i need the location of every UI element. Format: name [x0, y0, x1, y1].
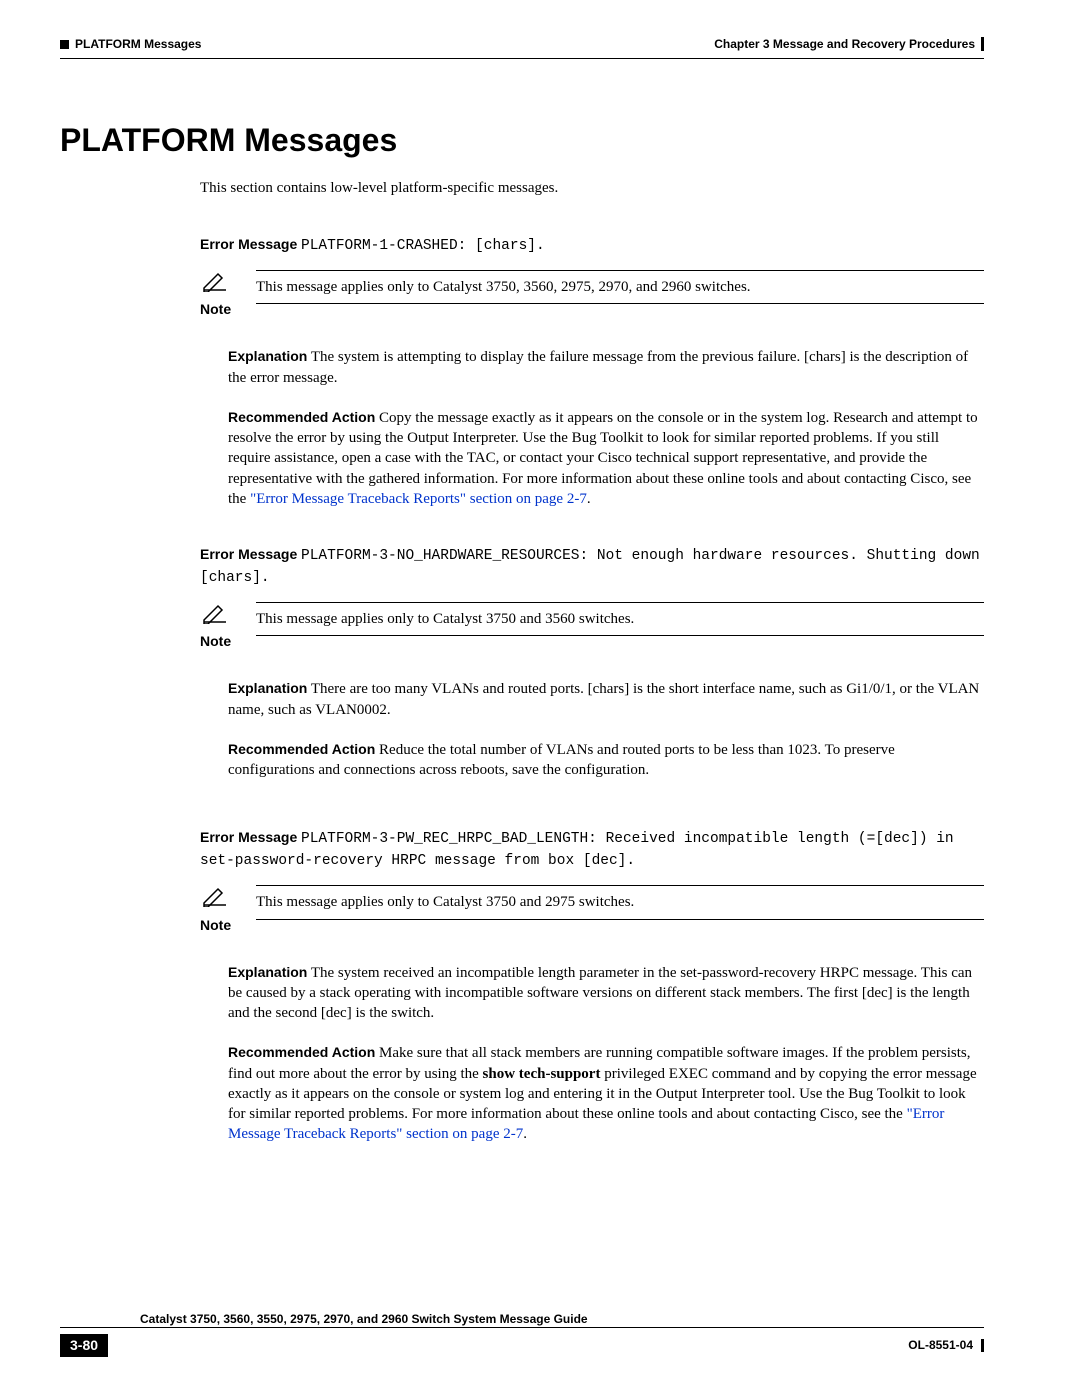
- header-rule: [60, 58, 984, 59]
- explanation-label: Explanation: [228, 964, 307, 980]
- error-message-code: PLATFORM-1-CRASHED: [chars].: [301, 238, 545, 254]
- header-chapter: Chapter 3 Message and Recovery Procedure…: [714, 36, 975, 52]
- footer-guide-title: Catalyst 3750, 3560, 3550, 2975, 2970, a…: [140, 1311, 984, 1327]
- footer-rule: [60, 1327, 984, 1328]
- explanation-paragraph: Explanation The system is attempting to …: [228, 347, 984, 388]
- square-bullet-icon: [60, 40, 69, 49]
- error-message-code: PLATFORM-3-PW_REC_HRPC_BAD_LENGTH: Recei…: [200, 831, 954, 869]
- action-text-post: .: [587, 491, 591, 507]
- note-text: This message applies only to Catalyst 37…: [256, 602, 984, 636]
- note-row: Note This message applies only to Cataly…: [200, 885, 984, 934]
- action-link[interactable]: "Error Message Traceback Reports" sectio…: [250, 491, 587, 507]
- note-pencil-icon: [202, 604, 228, 624]
- page-title: PLATFORM Messages: [60, 119, 984, 162]
- explanation-paragraph: Explanation The system received an incom…: [228, 963, 984, 1024]
- explanation-label: Explanation: [228, 680, 307, 696]
- action-text-post: .: [523, 1126, 527, 1142]
- note-text: This message applies only to Catalyst 37…: [256, 885, 984, 919]
- error-message-label: Error Message: [200, 829, 297, 845]
- error-message-block: Error Message PLATFORM-3-PW_REC_HRPC_BAD…: [200, 828, 984, 871]
- action-label: Recommended Action: [228, 1044, 375, 1060]
- action-paragraph: Recommended Action Reduce the total numb…: [228, 740, 984, 781]
- note-label: Note: [200, 632, 248, 651]
- note-label: Note: [200, 916, 248, 935]
- page-header: PLATFORM Messages Chapter 3 Message and …: [60, 36, 984, 52]
- doc-id: OL-8551-04: [908, 1337, 973, 1353]
- error-message-label: Error Message: [200, 236, 297, 252]
- action-paragraph: Recommended Action Copy the message exac…: [228, 408, 984, 509]
- explanation-text: There are too many VLANs and routed port…: [228, 681, 979, 717]
- vertical-bar-icon: [981, 37, 984, 51]
- explanation-text: The system is attempting to display the …: [228, 349, 968, 385]
- action-paragraph: Recommended Action Make sure that all st…: [228, 1043, 984, 1144]
- vertical-bar-icon: [981, 1339, 984, 1352]
- note-row: Note This message applies only to Cataly…: [200, 270, 984, 319]
- note-label: Note: [200, 300, 248, 319]
- explanation-text: The system received an incompatible leng…: [228, 965, 972, 1022]
- explanation-paragraph: Explanation There are too many VLANs and…: [228, 679, 984, 720]
- error-message-block: Error Message PLATFORM-3-NO_HARDWARE_RES…: [200, 545, 984, 588]
- action-label: Recommended Action: [228, 409, 375, 425]
- action-label: Recommended Action: [228, 741, 375, 757]
- page-footer: Catalyst 3750, 3560, 3550, 2975, 2970, a…: [60, 1311, 984, 1357]
- header-section: PLATFORM Messages: [75, 36, 201, 52]
- intro-text: This section contains low-level platform…: [200, 178, 984, 198]
- explanation-label: Explanation: [228, 348, 307, 364]
- error-message-label: Error Message: [200, 546, 297, 562]
- action-bold-command: show tech-support: [483, 1066, 601, 1082]
- note-pencil-icon: [202, 887, 228, 907]
- note-text: This message applies only to Catalyst 37…: [256, 270, 984, 304]
- note-pencil-icon: [202, 272, 228, 292]
- note-row: Note This message applies only to Cataly…: [200, 602, 984, 651]
- error-message-code: PLATFORM-3-NO_HARDWARE_RESOURCES: Not en…: [200, 548, 980, 586]
- page-number-badge: 3-80: [60, 1334, 108, 1357]
- error-message-block: Error Message PLATFORM-1-CRASHED: [chars…: [200, 235, 984, 257]
